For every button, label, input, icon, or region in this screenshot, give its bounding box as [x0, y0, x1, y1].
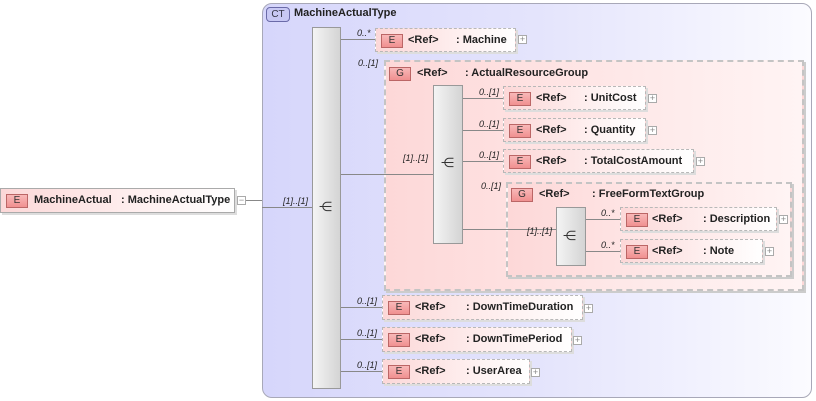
cardinality: 0..[1] — [357, 360, 378, 370]
connector — [341, 39, 375, 40]
element-name: : DownTimeDuration — [466, 301, 574, 313]
connector — [586, 251, 620, 252]
cardinality: 0..[1] — [358, 58, 379, 68]
sequence-icon: ⋲ — [563, 228, 576, 243]
cardinality: 0..[1] — [357, 328, 378, 338]
connector — [246, 200, 262, 201]
ref-label: <Ref> — [415, 301, 446, 313]
element-down-time-period[interactable]: E <Ref> : DownTimePeriod — [382, 327, 572, 352]
element-note[interactable]: E <Ref> : Note — [620, 239, 763, 263]
expand-button[interactable]: + — [648, 94, 657, 103]
group-badge: G — [389, 67, 411, 81]
ref-label: <Ref> — [652, 245, 683, 257]
ref-label: <Ref> — [415, 365, 446, 377]
element-total-cost-amount[interactable]: E <Ref> : TotalCostAmount — [503, 149, 694, 173]
collapse-toggle[interactable]: − — [237, 196, 246, 205]
connector — [341, 307, 382, 308]
element-name: : TotalCostAmount — [584, 155, 683, 167]
connector — [586, 219, 620, 220]
expand-button[interactable]: + — [584, 304, 593, 313]
element-badge: E — [388, 333, 410, 347]
ref-label: <Ref> — [415, 333, 446, 345]
element-name: : Quantity — [584, 124, 636, 136]
group-name: : FreeFormTextGroup — [592, 188, 705, 200]
ref-label: <Ref> — [539, 188, 570, 200]
connector — [463, 98, 503, 99]
ref-label: <Ref> — [536, 155, 567, 167]
root-element-machine-actual[interactable]: E MachineActual : MachineActualType — [0, 188, 235, 213]
expand-button[interactable]: + — [648, 126, 657, 135]
cardinality: [1]..[1] — [527, 226, 553, 236]
element-badge: E — [626, 213, 648, 227]
cardinality: 0..[1] — [357, 296, 378, 306]
element-quantity[interactable]: E <Ref> : Quantity — [503, 118, 646, 142]
ref-label: <Ref> — [652, 213, 683, 225]
element-name: : UserArea — [466, 365, 522, 377]
expand-button[interactable]: + — [696, 157, 705, 166]
element-badge: E — [6, 194, 28, 208]
element-name: : Description — [703, 213, 771, 225]
connector — [341, 339, 382, 340]
element-name: MachineActual — [34, 194, 112, 206]
cardinality: 0..* — [357, 28, 371, 38]
cardinality: 0..[1] — [479, 150, 500, 160]
element-name: : Machine — [456, 34, 507, 46]
element-description[interactable]: E <Ref> : Description — [620, 207, 777, 231]
ref-label: <Ref> — [536, 92, 567, 104]
element-down-time-duration[interactable]: E <Ref> : DownTimeDuration — [382, 295, 583, 320]
connector — [463, 161, 503, 162]
element-badge: E — [509, 92, 531, 106]
sequence-icon: ⋲ — [319, 199, 332, 214]
cardinality: 0..[1] — [479, 119, 500, 129]
element-badge: E — [381, 34, 403, 48]
connector — [262, 207, 312, 208]
element-badge: E — [626, 245, 648, 259]
element-name: : UnitCost — [584, 92, 637, 104]
element-badge: E — [509, 124, 531, 138]
cardinality: 0..* — [601, 240, 615, 250]
element-unit-cost[interactable]: E <Ref> : UnitCost — [503, 86, 646, 110]
cardinality: 0..[1] — [479, 87, 500, 97]
group-badge: G — [511, 188, 533, 202]
connector — [463, 130, 503, 131]
cardinality: [1]..[1] — [403, 153, 429, 163]
element-name: : DownTimePeriod — [466, 333, 563, 345]
sequence-icon: ⋲ — [441, 155, 454, 170]
expand-button[interactable]: + — [765, 247, 774, 256]
element-machine[interactable]: E <Ref> : Machine — [375, 28, 516, 52]
cardinality: 0..* — [601, 208, 615, 218]
group-name: : ActualResourceGroup — [465, 67, 589, 79]
element-type: : MachineActualType — [121, 194, 231, 206]
complex-type-title: MachineActualType — [294, 7, 397, 19]
element-badge: E — [509, 155, 531, 169]
cardinality: 0..[1] — [481, 181, 502, 191]
expand-button[interactable]: + — [518, 35, 527, 44]
element-badge: E — [388, 365, 410, 379]
ref-label: <Ref> — [408, 34, 439, 46]
cardinality: [1]..[1] — [283, 196, 309, 206]
expand-button[interactable]: + — [779, 215, 788, 224]
ref-label: <Ref> — [536, 124, 567, 136]
ref-label: <Ref> — [417, 67, 448, 79]
element-name: : Note — [703, 245, 735, 257]
expand-button[interactable]: + — [573, 336, 582, 345]
element-badge: E — [388, 301, 410, 315]
connector — [341, 371, 382, 372]
connector — [341, 174, 433, 175]
expand-button[interactable]: + — [531, 368, 540, 377]
element-user-area[interactable]: E <Ref> : UserArea — [382, 359, 530, 384]
complex-type-badge: CT — [266, 7, 290, 22]
